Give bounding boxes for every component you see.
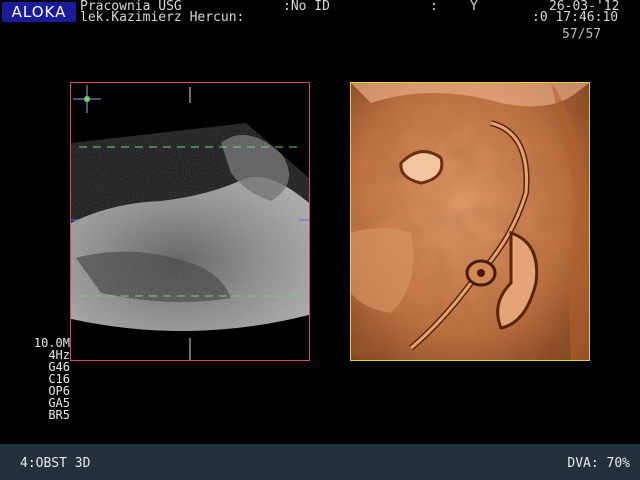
bmode-image <box>71 83 309 360</box>
acquisition-params: 10.0M 4Hz G46 C16 OP6 GA5 BR5 <box>20 337 70 421</box>
mode-label: 4:OBST 3D <box>20 456 91 471</box>
colon-separator: : <box>430 0 438 14</box>
render-3d-image <box>351 83 589 360</box>
bmode-image-panel[interactable] <box>70 82 310 361</box>
param-br: BR5 <box>48 408 70 422</box>
doctor-label: lek.Kazimierz Hercun: <box>80 10 245 25</box>
aloka-logo: ALOKA <box>2 2 76 22</box>
footer-bar: 4:OBST 3D DVA: 70% <box>0 444 640 480</box>
time-label: :0 17:46:10 <box>532 10 619 25</box>
render-3d-panel[interactable] <box>350 82 590 361</box>
dva-label: DVA: 70% <box>567 456 630 471</box>
header-bar: ALOKA Pracownia USG lek.Kazimierz Hercun… <box>0 0 640 24</box>
frame-counter: 57/57 <box>562 27 602 42</box>
patient-id-label: :No ID <box>283 0 330 14</box>
field-y-label: Y <box>470 0 478 14</box>
